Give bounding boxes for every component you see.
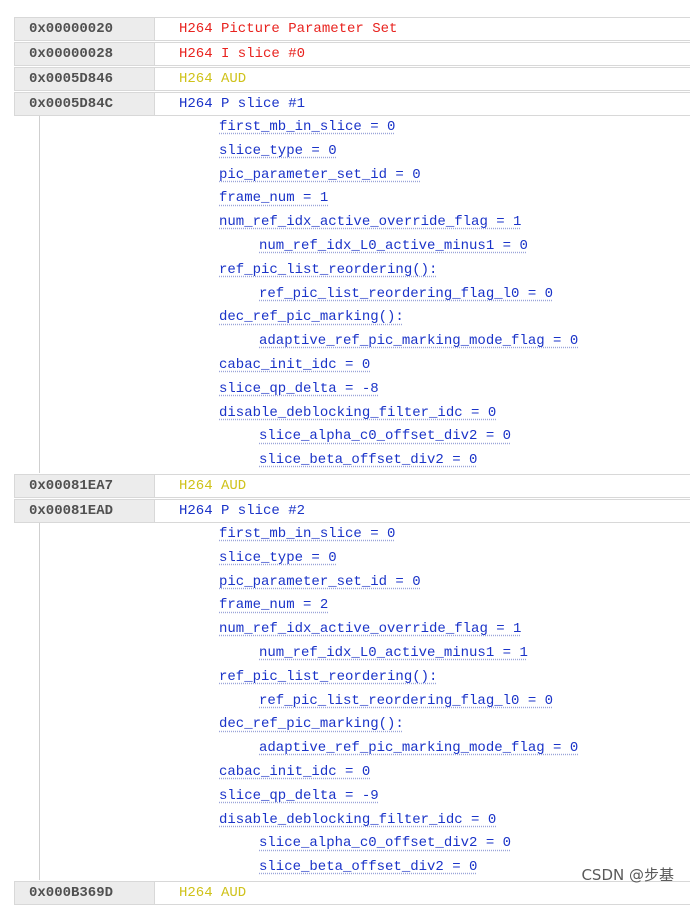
row-description: H264 P slice #2 bbox=[179, 502, 306, 519]
row-address: 0x00081EA7 bbox=[15, 474, 155, 497]
field-line: first_mb_in_slice = 0 bbox=[219, 525, 396, 542]
field-line: num_ref_idx_L0_active_minus1 = 0 bbox=[259, 237, 528, 254]
field-line: slice_qp_delta = -9 bbox=[219, 787, 379, 804]
field-line: dec_ref_pic_marking(): bbox=[219, 716, 404, 733]
field-line: first_mb_in_slice = 0 bbox=[219, 119, 396, 135]
field-line: cabac_init_idc = 0 bbox=[219, 763, 371, 780]
field-line: slice_type = 0 bbox=[219, 142, 337, 159]
row-description: H264 AUD bbox=[179, 71, 247, 87]
row-address: 0x00000028 bbox=[15, 43, 155, 65]
tree-row[interactable]: 0x00081EAD H264 P slice #2 bbox=[14, 498, 690, 523]
field-line: ref_pic_list_reordering(): bbox=[219, 668, 438, 685]
row-address: 0x00081EAD bbox=[15, 499, 155, 522]
row-description: H264 AUD bbox=[179, 884, 247, 901]
watermark: CSDN @步基 bbox=[581, 866, 674, 884]
field-line: slice_beta_offset_div2 = 0 bbox=[259, 452, 478, 469]
field-line: slice_type = 0 bbox=[219, 549, 337, 566]
field-line: adaptive_ref_pic_marking_mode_flag = 0 bbox=[259, 740, 579, 757]
field-line: disable_deblocking_filter_idc = 0 bbox=[219, 811, 497, 828]
tree-row[interactable]: 0x00000028 H264 I slice #0 bbox=[14, 42, 690, 66]
field-line: frame_num = 1 bbox=[219, 190, 329, 207]
field-line: num_ref_idx_active_override_flag = 1 bbox=[219, 621, 522, 638]
field-line: dec_ref_pic_marking(): bbox=[219, 309, 404, 326]
tree-row[interactable]: 0x00000020 H264 Picture Parameter Set bbox=[14, 17, 690, 41]
field-line: pic_parameter_set_id = 0 bbox=[219, 573, 421, 590]
tree-row[interactable]: 0x0005D846 H264 AUD bbox=[14, 67, 690, 91]
row-description: H264 P slice #1 bbox=[179, 96, 306, 112]
row-address: 0x00000020 bbox=[15, 18, 155, 40]
field-line: ref_pic_list_reordering_flag_l0 = 0 bbox=[259, 692, 554, 709]
row-address: 0x0005D84C bbox=[15, 93, 155, 115]
tree-row[interactable]: 0x00081EA7 H264 AUD bbox=[14, 473, 690, 498]
field-line: num_ref_idx_active_override_flag = 1 bbox=[219, 214, 522, 231]
field-line: ref_pic_list_reordering_flag_l0 = 0 bbox=[259, 285, 554, 302]
row-description: H264 AUD bbox=[179, 477, 247, 494]
tree-row[interactable]: 0x0005D84C H264 P slice #1 bbox=[14, 92, 690, 116]
field-line: ref_pic_list_reordering(): bbox=[219, 261, 438, 278]
row-address: 0x000B369D bbox=[15, 881, 155, 904]
field-line: pic_parameter_set_id = 0 bbox=[219, 166, 421, 183]
row-description: H264 I slice #0 bbox=[179, 46, 306, 62]
field-line: slice_alpha_c0_offset_div2 = 0 bbox=[259, 835, 512, 852]
field-line: disable_deblocking_filter_idc = 0 bbox=[219, 404, 497, 421]
field-line: frame_num = 2 bbox=[219, 597, 329, 614]
slice-2-fields: first_mb_in_slice = 0 slice_type = 0 pic… bbox=[39, 522, 690, 880]
slice-1-fields: first_mb_in_slice = 0 slice_type = 0 pic… bbox=[39, 116, 690, 473]
row-address: 0x0005D846 bbox=[15, 68, 155, 90]
field-line: slice_alpha_c0_offset_div2 = 0 bbox=[259, 428, 512, 445]
nal-unit-tree: 0x00000020 H264 Picture Parameter Set 0x… bbox=[14, 16, 690, 905]
field-line: adaptive_ref_pic_marking_mode_flag = 0 bbox=[259, 333, 579, 350]
row-description: H264 Picture Parameter Set bbox=[179, 21, 398, 37]
field-line: num_ref_idx_L0_active_minus1 = 1 bbox=[259, 644, 528, 661]
field-line: cabac_init_idc = 0 bbox=[219, 356, 371, 373]
field-line: slice_qp_delta = -8 bbox=[219, 380, 379, 397]
